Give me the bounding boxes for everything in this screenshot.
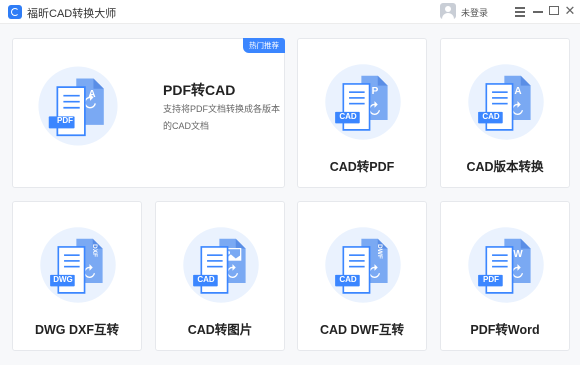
- card-label: CAD转PDF: [329, 160, 395, 174]
- icon-front-label: PDF: [483, 275, 499, 284]
- card-pdf-to-word[interactable]: PDF W PDF转Word: [440, 201, 570, 351]
- icon-back-label: A: [514, 86, 522, 97]
- cad-to-image-icon: [183, 227, 259, 303]
- app-logo-icon: [8, 5, 22, 19]
- icon-back-label: DWF: [376, 244, 383, 259]
- menu-icon-line: [515, 15, 525, 17]
- card-label: CAD DWF互转: [319, 323, 404, 337]
- icon-front-label: CAD: [339, 275, 357, 284]
- cad-dwf-convert-icon: [325, 227, 401, 303]
- cad-version-convert-icon: [468, 64, 544, 140]
- feature-description: 支持将PDF文档转换成各版本的CAD文档: [163, 104, 281, 131]
- pdf-to-cad-icon: [38, 66, 118, 146]
- card-cad-to-image[interactable]: CAD CAD转图片: [155, 201, 285, 351]
- menu-icon-line: [515, 7, 525, 9]
- menu-icon-line: [515, 11, 525, 13]
- cad-to-pdf-icon: [325, 64, 401, 140]
- icon-back-label: W: [513, 249, 523, 260]
- card-cad-dwf-convert[interactable]: CAD DWF CAD DWF互转: [297, 201, 427, 351]
- minimize-button[interactable]: [531, 4, 545, 18]
- card-label: CAD版本转换: [466, 160, 544, 174]
- avatar[interactable]: [440, 3, 456, 19]
- icon-back-label: DXF: [91, 244, 98, 257]
- menu-button[interactable]: [513, 4, 527, 18]
- icon-front-label: CAD: [482, 112, 500, 121]
- card-label: DWG DXF互转: [34, 323, 120, 337]
- icon-front-label: CAD: [339, 112, 357, 121]
- icon-front-label: DWG: [53, 275, 73, 284]
- title-bar: 福昕CAD转换大师 未登录 ✕: [0, 0, 580, 24]
- card-pdf-to-cad[interactable]: 热门推荐 PDF A PDF转CAD 支持将PDF文档转换成各版本的CAD文档: [12, 38, 285, 188]
- card-label: PDF转Word: [470, 323, 540, 337]
- icon-back-label: A: [88, 89, 96, 100]
- icon-front-label: PDF: [57, 116, 73, 125]
- card-cad-to-pdf[interactable]: CAD P CAD转PDF: [297, 38, 427, 188]
- feature-title: PDF转CAD: [163, 82, 236, 98]
- pdf-to-word-icon: [468, 227, 544, 303]
- card-dwg-dxf-convert[interactable]: DWG DXF DWG DXF互转: [12, 201, 142, 351]
- card-label: CAD转图片: [187, 323, 253, 337]
- icon-back-label: P: [371, 86, 379, 97]
- maximize-button[interactable]: [547, 4, 561, 18]
- close-button[interactable]: ✕: [563, 4, 577, 18]
- dwg-dxf-convert-icon: [40, 227, 116, 303]
- app-title: 福昕CAD转换大师: [27, 8, 117, 20]
- login-link[interactable]: 未登录: [461, 6, 488, 19]
- card-cad-version-convert[interactable]: CAD A CAD版本转换: [440, 38, 570, 188]
- icon-front-label: CAD: [197, 275, 215, 284]
- hot-badge: 热门推荐: [243, 38, 285, 53]
- minimize-icon: [533, 11, 543, 13]
- maximize-icon: [549, 6, 559, 15]
